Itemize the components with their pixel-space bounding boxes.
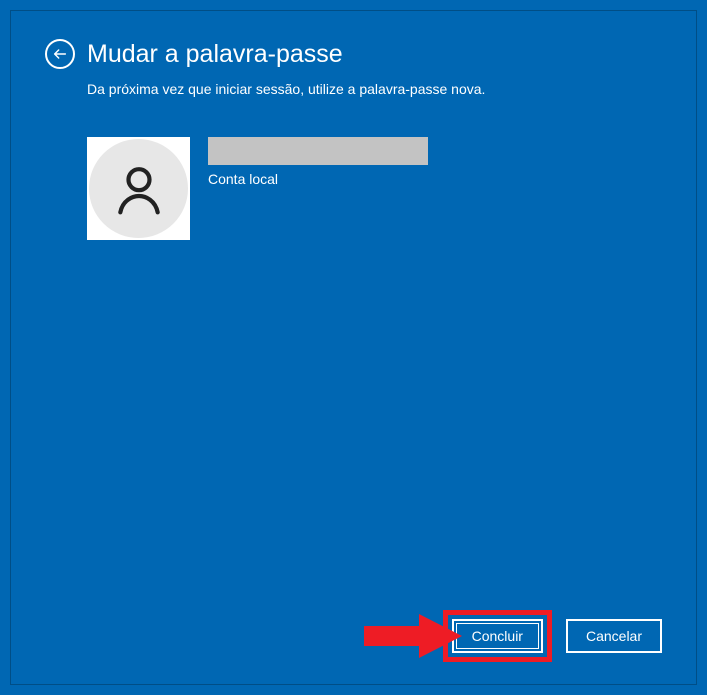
page-title: Mudar a palavra-passe <box>87 40 343 69</box>
header: Mudar a palavra-passe <box>45 39 662 69</box>
user-info: Conta local <box>208 137 428 240</box>
page-subtitle: Da próxima vez que iniciar sessão, utili… <box>87 81 662 97</box>
footer-buttons: Concluir Cancelar <box>443 610 662 662</box>
username-redacted <box>208 137 428 165</box>
user-icon <box>111 161 167 217</box>
change-password-window: Mudar a palavra-passe Da próxima vez que… <box>10 10 697 685</box>
avatar-circle <box>89 139 188 238</box>
arrow-left-icon <box>52 46 68 62</box>
avatar <box>87 137 190 240</box>
primary-button-highlight: Concluir <box>443 610 552 662</box>
account-type-label: Conta local <box>208 171 428 187</box>
back-button[interactable] <box>45 39 75 69</box>
user-content: Conta local <box>87 137 662 240</box>
cancel-button[interactable]: Cancelar <box>566 619 662 653</box>
finish-button[interactable]: Concluir <box>452 619 543 653</box>
